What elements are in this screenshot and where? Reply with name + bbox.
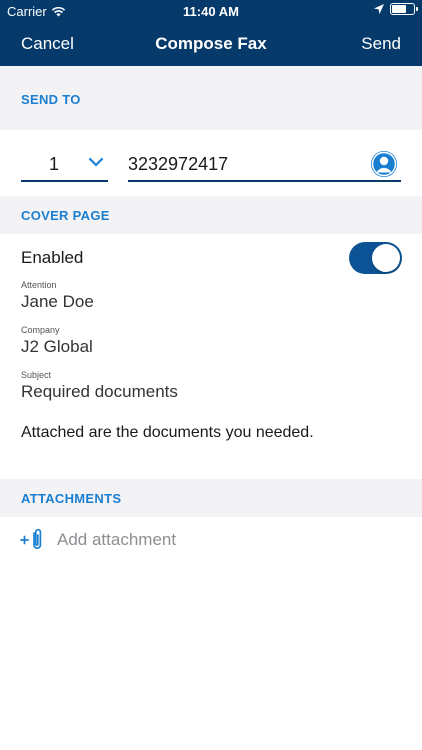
fax-number-value: 3232972417 — [128, 154, 229, 174]
battery-icon — [390, 3, 418, 15]
cover-enabled-label: Enabled — [21, 248, 84, 267]
chevron-down-icon — [88, 157, 104, 167]
cover-message-field[interactable]: Attached are the documents you needed. — [21, 424, 314, 442]
attention-field[interactable]: Jane Doe — [21, 292, 94, 312]
send-to-label: SEND TO — [21, 92, 81, 107]
status-time: 11:40 AM — [183, 4, 239, 19]
status-right — [374, 3, 418, 15]
attachments-section-header: ATTACHMENTS — [0, 479, 422, 517]
attachments-label: ATTACHMENTS — [21, 491, 122, 506]
add-paperclip-icon — [20, 528, 42, 549]
attention-label: Attention — [21, 280, 57, 290]
company-label: Company — [21, 325, 60, 335]
add-attachment-label: Add attachment — [57, 530, 177, 549]
send-button[interactable]: Send — [361, 34, 401, 54]
app-header: Carrier 11:40 AM Cancel Compose Fax Send — [0, 0, 422, 66]
company-field[interactable]: J2 Global — [21, 337, 93, 357]
contact-picker-button[interactable] — [371, 151, 397, 177]
status-bar: Carrier 11:40 AM — [0, 0, 422, 22]
subject-field[interactable]: Required documents — [21, 382, 178, 402]
cover-page-toggle[interactable] — [349, 242, 402, 274]
person-icon — [371, 151, 397, 177]
page-title: Compose Fax — [155, 34, 267, 53]
navigation-bar: Cancel Compose Fax Send — [0, 22, 422, 66]
toggle-knob — [372, 244, 400, 272]
line-selector-value: 1 — [49, 154, 60, 174]
add-attachment-button[interactable]: Add attachment — [20, 528, 176, 552]
fax-number-field[interactable]: 3232972417 — [128, 148, 401, 182]
line-selector[interactable]: 1 — [21, 148, 108, 182]
cover-page-label: COVER PAGE — [21, 208, 110, 223]
subject-label: Subject — [21, 370, 52, 380]
cover-page-section-header: COVER PAGE — [0, 196, 422, 234]
location-arrow-icon — [374, 4, 384, 14]
send-to-section-header: SEND TO — [0, 66, 422, 130]
